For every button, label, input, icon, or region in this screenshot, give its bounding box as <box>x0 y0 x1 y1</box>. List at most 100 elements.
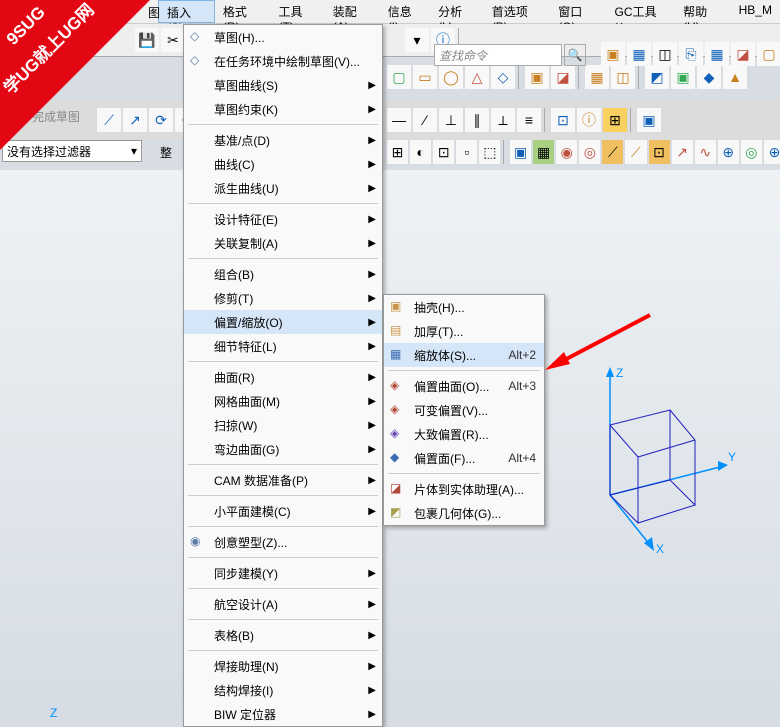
t4-icon[interactable]: ◎ <box>741 140 762 164</box>
submenu-item[interactable]: ◆偏置面(F)...Alt+4 <box>384 446 544 470</box>
tool-icon[interactable]: ▣ <box>601 42 625 66</box>
shape-icon[interactable]: ▦ <box>585 65 609 89</box>
menu-item[interactable]: 组合(B)▶ <box>184 262 382 286</box>
submenu-item[interactable]: ▣抽壳(H)... <box>384 295 544 319</box>
menu-info[interactable]: 信息(I) <box>380 0 430 23</box>
shape-icon[interactable]: ▢ <box>387 65 411 89</box>
menu-item[interactable]: 曲面(R)▶ <box>184 365 382 389</box>
annotation-arrow <box>540 310 660 380</box>
find-command-input[interactable]: 查找命令 <box>434 44 562 66</box>
menu-item[interactable]: 细节特征(L)▶ <box>184 334 382 358</box>
menu-hbm[interactable]: HB_M <box>731 0 780 23</box>
shape-icon[interactable]: ◩ <box>645 65 669 89</box>
menu-tools[interactable]: 工具(T) <box>271 0 325 23</box>
menu-item[interactable]: CAM 数据准备(P)▶ <box>184 468 382 492</box>
menu-item[interactable]: ◉创意塑型(Z)... <box>184 530 382 554</box>
dropdown-icon[interactable]: ▾ <box>405 28 429 52</box>
c-icon[interactable]: ▣ <box>637 108 661 132</box>
menu-prefs[interactable]: 首选项(P) <box>484 0 551 23</box>
t4-icon[interactable]: ⟋ <box>625 140 646 164</box>
menu-item[interactable]: 网格曲面(M)▶ <box>184 389 382 413</box>
shape-icon[interactable]: ▲ <box>723 65 747 89</box>
menu-format[interactable]: 格式(R) <box>215 0 271 23</box>
t4-icon[interactable]: ⟋ <box>602 140 623 164</box>
menu-item[interactable]: 草图约束(K)▶ <box>184 97 382 121</box>
tool-icon[interactable]: ◪ <box>731 42 755 66</box>
c-icon[interactable]: ⊡ <box>551 108 575 132</box>
cut-icon[interactable]: ✂ <box>161 28 185 52</box>
menu-item[interactable]: 修剪(T)▶ <box>184 286 382 310</box>
menu-item[interactable]: 草图曲线(S)▶ <box>184 73 382 97</box>
menu-assemble[interactable]: 装配(A) <box>325 0 380 23</box>
menu-window[interactable]: 窗口(O) <box>550 0 606 23</box>
c-icon[interactable]: ⓘ <box>577 108 601 132</box>
t4-icon[interactable]: ▣ <box>510 140 531 164</box>
c-icon[interactable]: ⁄ <box>413 108 437 132</box>
offset-scale-submenu: ▣抽壳(H)...▤加厚(T)...▦缩放体(S)...Alt+2 ◈偏置曲面(O… <box>383 294 545 526</box>
t4-icon[interactable]: ▫ <box>456 140 477 164</box>
tool-icon[interactable]: ▢ <box>757 42 780 66</box>
tool-icon[interactable]: ▦ <box>705 42 729 66</box>
t4-icon[interactable]: ◎ <box>579 140 600 164</box>
shape-icon[interactable]: ▭ <box>413 65 437 89</box>
shape-icon[interactable]: ▣ <box>525 65 549 89</box>
shape-icon[interactable]: ▣ <box>671 65 695 89</box>
t4-icon[interactable]: ↗ <box>672 140 693 164</box>
submenu-item[interactable]: ◈偏置曲面(O)...Alt+3 <box>384 374 544 398</box>
t4-icon[interactable]: ⊕ <box>764 140 780 164</box>
submenu-item[interactable]: ◪片体到实体助理(A)... <box>384 477 544 501</box>
shape-icon[interactable]: ◪ <box>551 65 575 89</box>
menu-help[interactable]: 帮助(H) <box>675 0 731 23</box>
menu-item[interactable]: 小平面建模(C)▶ <box>184 499 382 523</box>
tool-icon[interactable]: ◫ <box>653 42 677 66</box>
t4-icon[interactable]: ▦ <box>533 140 554 164</box>
c-icon[interactable]: ≡ <box>517 108 541 132</box>
shape-icon[interactable]: ◫ <box>611 65 635 89</box>
menu-item[interactable]: 关联复制(A)▶ <box>184 231 382 255</box>
tool-icon[interactable]: ⎘ <box>679 42 703 66</box>
menu-item[interactable]: 偏置/缩放(O)▶ <box>184 310 382 334</box>
t4-icon[interactable]: ⬚ <box>479 140 500 164</box>
menu-item[interactable]: 同步建模(Y)▶ <box>184 561 382 585</box>
shape-icon[interactable]: ◇ <box>491 65 515 89</box>
menu-item[interactable]: 基准/点(D)▶ <box>184 128 382 152</box>
submenu-item[interactable]: ▤加厚(T)... <box>384 319 544 343</box>
menu-item[interactable]: 焊接助理(N)▶ <box>184 654 382 678</box>
t4-icon[interactable]: ⊡ <box>649 140 670 164</box>
menu-item[interactable]: BIW 定位器▶ <box>184 702 382 726</box>
t4-icon[interactable]: ∿ <box>695 140 716 164</box>
menu-item[interactable]: 派生曲线(U)▶ <box>184 176 382 200</box>
menu-item[interactable]: 曲线(C)▶ <box>184 152 382 176</box>
menu-analyze[interactable]: 分析(L) <box>430 0 484 23</box>
c-icon[interactable]: ⊥ <box>439 108 463 132</box>
menu-gctools[interactable]: GC工具箱 <box>607 0 676 23</box>
menu-item[interactable]: 结构焊接(I)▶ <box>184 678 382 702</box>
submenu-item[interactable]: ◩包裹几何体(G)... <box>384 501 544 525</box>
t4-icon[interactable]: ◐ <box>410 140 431 164</box>
sketch-tool-icon[interactable]: ⟳ <box>149 108 173 132</box>
t4-icon[interactable]: ◉ <box>556 140 577 164</box>
tool-icon[interactable]: ▦ <box>627 42 651 66</box>
menu-item[interactable]: 表格(B)▶ <box>184 623 382 647</box>
menu-item[interactable]: ◇草图(H)... <box>184 25 382 49</box>
menu-item[interactable]: 设计特征(E)▶ <box>184 207 382 231</box>
submenu-item[interactable]: ◈可变偏置(V)... <box>384 398 544 422</box>
c-icon[interactable]: ⊞ <box>603 108 627 132</box>
menu-item[interactable]: 弯边曲面(G)▶ <box>184 437 382 461</box>
menu-item[interactable]: 扫掠(W)▶ <box>184 413 382 437</box>
c-icon[interactable]: ⟂ <box>491 108 515 132</box>
t4-icon[interactable]: ⊞ <box>387 140 408 164</box>
submenu-item[interactable]: ▦缩放体(S)...Alt+2 <box>384 343 544 367</box>
submenu-item[interactable]: ◈大致偏置(R)... <box>384 422 544 446</box>
menu-item[interactable]: 航空设计(A)▶ <box>184 592 382 616</box>
shape-icon[interactable]: ◆ <box>697 65 721 89</box>
shape-icon[interactable]: ◯ <box>439 65 463 89</box>
t4-icon[interactable]: ⊕ <box>718 140 739 164</box>
search-icon[interactable]: 🔍 <box>564 44 586 66</box>
menu-insert[interactable]: 插入(S) <box>158 0 215 23</box>
menu-item[interactable]: ◇在任务环境中绘制草图(V)... <box>184 49 382 73</box>
c-icon[interactable]: ∥ <box>465 108 489 132</box>
shape-icon[interactable]: △ <box>465 65 489 89</box>
c-icon[interactable]: — <box>387 108 411 132</box>
t4-icon[interactable]: ⊡ <box>433 140 454 164</box>
